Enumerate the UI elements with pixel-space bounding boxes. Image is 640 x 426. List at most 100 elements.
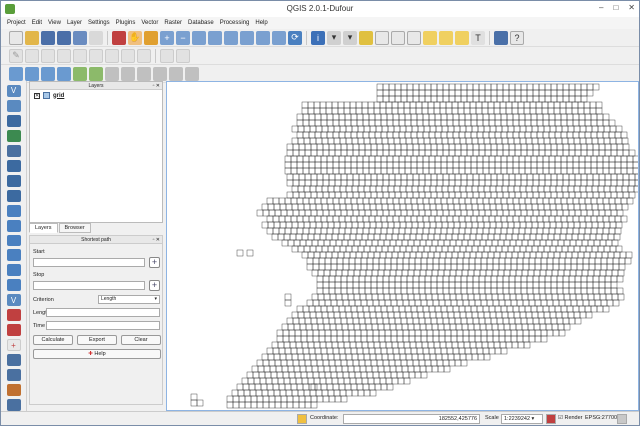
tab-browser[interactable]: Browser [58,223,91,233]
menu-project[interactable]: Project [7,20,26,26]
add-mssql-icon[interactable] [6,159,21,172]
node-tool-icon[interactable] [73,48,87,63]
clear-button[interactable]: Clear [121,335,161,345]
menu-settings[interactable]: Settings [88,20,110,26]
statistics-icon[interactable] [407,30,421,45]
redo-icon[interactable] [176,48,190,63]
attribute-table-icon[interactable] [375,30,389,45]
add-layer-dropdown-icon[interactable]: V [6,294,21,307]
undo-icon[interactable] [160,48,174,63]
epsg-label[interactable]: EPSG:27700 [585,415,617,421]
new-project-icon[interactable] [9,30,23,45]
map-tips-icon[interactable] [423,30,437,45]
pan-to-selection-icon[interactable] [112,30,126,45]
move-feature-icon[interactable] [57,48,71,63]
whats-this-icon[interactable]: ? [510,30,524,45]
add-raster-icon[interactable] [6,99,21,112]
zoom-layer-icon[interactable] [240,30,254,45]
maximize-button[interactable]: □ [613,3,618,12]
save-as-icon[interactable] [57,30,71,45]
new-spatialite-icon[interactable] [6,264,21,277]
pan-map-icon[interactable] [144,30,158,45]
print-composer-icon[interactable] [73,30,87,45]
panel-float-close-buttons[interactable]: ▫ ✕ [153,82,160,90]
start-input[interactable] [33,258,145,267]
render-checkbox[interactable]: ☑ Render [558,415,583,421]
save-edits-icon[interactable] [25,48,39,63]
show-bookmarks-icon[interactable] [455,30,469,45]
add-wcs-icon[interactable] [6,189,21,202]
bookmark-icon[interactable] [439,30,453,45]
menu-layer[interactable]: Layer [67,20,82,26]
remove-layer-icon[interactable] [6,309,21,322]
simplify-icon[interactable] [153,66,167,81]
paste-features-icon[interactable] [137,48,151,63]
composer-manager-icon[interactable] [89,30,103,45]
rotate-point-icon[interactable] [137,66,151,81]
add-delimited-text-icon[interactable] [6,219,21,232]
deselect-icon[interactable] [359,30,373,45]
zoom-selection-icon[interactable] [224,30,238,45]
new-gpx-icon[interactable] [6,279,21,292]
fill-ring-icon[interactable] [185,66,199,81]
toggle-editing-icon[interactable]: ✎ [9,48,23,63]
length-field[interactable] [46,308,160,317]
select-features-icon[interactable]: ▾ [327,30,341,45]
start-capture-button[interactable]: + [149,257,160,268]
add-wms-icon[interactable] [6,144,21,157]
identify-icon[interactable]: i [311,30,325,45]
add-wfs-icon[interactable] [6,204,21,217]
open-project-icon[interactable] [25,30,39,45]
refresh-icon[interactable]: ⟳ [288,30,302,45]
delete-selected-icon[interactable] [89,48,103,63]
add-postgis-icon[interactable] [41,66,55,81]
menu-help[interactable]: Help [255,20,267,26]
merge-features-icon[interactable] [121,66,135,81]
help-book-icon[interactable] [494,30,508,45]
text-annotation-icon[interactable]: T [471,30,485,45]
panel-float-close-buttons[interactable]: ▫ ✕ [153,236,160,244]
criterion-select[interactable]: Length ▾ [98,295,160,304]
add-raster-layer-icon[interactable] [25,66,39,81]
gps-icon[interactable]: + [6,339,21,352]
scale-combo[interactable]: 1:2239242 ▾ [501,414,543,424]
rotation-icon[interactable] [546,414,556,424]
export-button[interactable]: Export [77,335,117,345]
add-ring-icon[interactable] [169,66,183,81]
zoom-in-icon[interactable]: + [160,30,174,45]
stop-input[interactable] [33,281,145,290]
menu-plugins[interactable]: Plugins [116,20,136,26]
new-shapefile-icon[interactable] [6,249,21,262]
stop-capture-button[interactable]: + [149,280,160,291]
time-field[interactable] [46,321,160,330]
add-oracle-icon[interactable] [6,174,21,187]
menu-edit[interactable]: Edit [32,20,42,26]
close-button[interactable]: ✕ [628,3,635,12]
menu-vector[interactable]: Vector [141,20,158,26]
coordinate-capture-icon[interactable] [6,369,21,382]
help-button[interactable]: ✚ Help [33,349,161,359]
add-feature-icon[interactable] [41,48,55,63]
pan-hand-icon[interactable]: ✋ [128,30,142,45]
add-mssql-icon[interactable] [73,66,87,81]
select-by-area-icon[interactable]: ▾ [343,30,357,45]
minimize-button[interactable]: – [599,3,603,12]
split-features-icon[interactable] [105,66,119,81]
add-vector-icon[interactable]: V [6,85,21,97]
add-postgis-icon[interactable] [6,114,21,127]
oracle-raster-icon[interactable] [6,399,21,412]
calculate-button[interactable]: Calculate [33,335,73,345]
zoom-last-icon[interactable] [256,30,270,45]
add-spatialite-icon[interactable] [57,66,71,81]
menu-processing[interactable]: Processing [220,20,250,26]
zoom-next-icon[interactable] [272,30,286,45]
save-project-icon[interactable] [41,30,55,45]
field-calculator-icon[interactable] [391,30,405,45]
menu-database[interactable]: Database [188,20,214,26]
layer-item-grid[interactable]: ✕ grid [30,90,162,101]
toggle-extents-icon[interactable] [297,414,307,424]
menu-view[interactable]: View [48,20,61,26]
coordinate-field[interactable]: 182552,425776 [343,414,480,424]
georeferencer-icon[interactable] [6,354,21,367]
zoom-out-icon[interactable]: − [176,30,190,45]
